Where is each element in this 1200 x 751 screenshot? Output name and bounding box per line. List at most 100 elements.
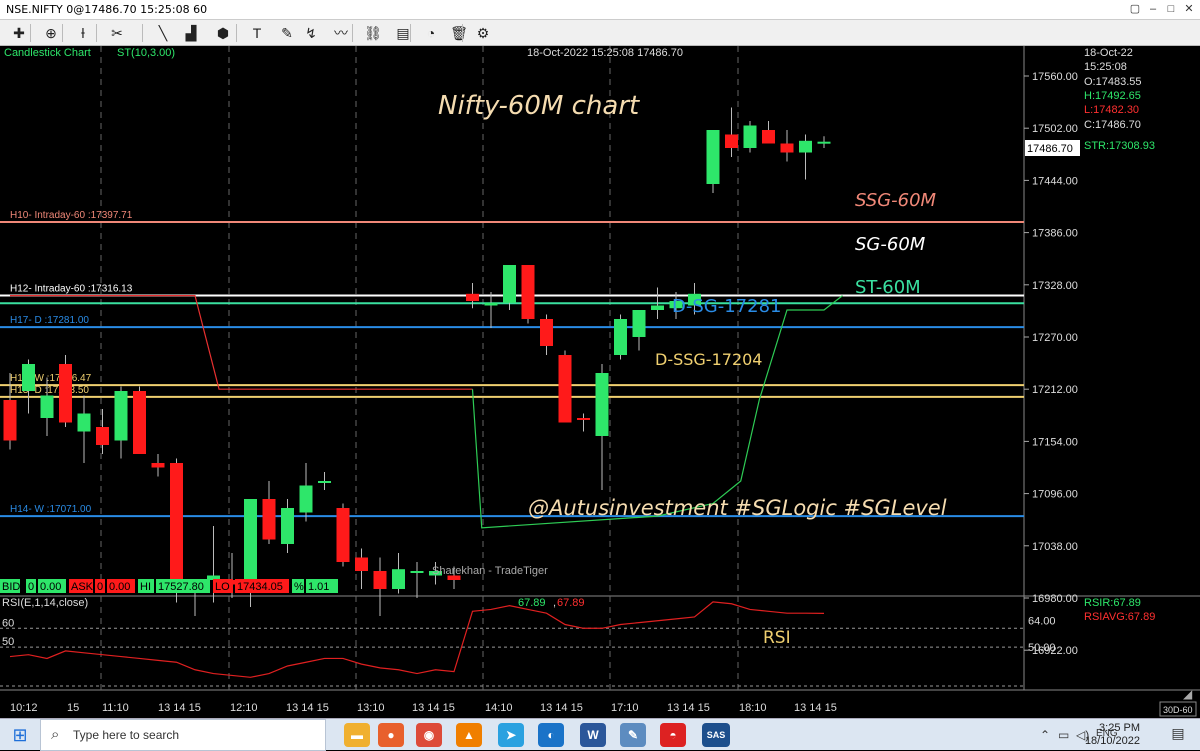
ask-qty: 0: [97, 581, 103, 593]
tray-chevron-icon[interactable]: ⌃: [1040, 728, 1050, 742]
time-axis-label: 13 14 15: [794, 702, 837, 714]
candle-body: [651, 305, 664, 310]
candle-body: [77, 413, 91, 432]
minimize-button[interactable]: –: [1146, 3, 1160, 16]
analyzer-icon[interactable]: ◔: [420, 23, 442, 43]
ohlc-high: H:17492.65: [1084, 90, 1141, 102]
vlc-icon[interactable]: ▲: [456, 723, 482, 747]
paint-icon[interactable]: ✎: [620, 723, 646, 747]
rsir-value: RSIR:67.89: [1084, 597, 1141, 609]
candle-body: [170, 463, 183, 589]
candle-body: [466, 293, 479, 301]
toolbar-separator: [462, 24, 463, 42]
cursor-icon[interactable]: ✚: [8, 23, 30, 43]
rsi-avg-value: 67.89: [557, 597, 585, 609]
time-axis-label: 15: [67, 702, 79, 714]
rsi-left-tick: 60: [2, 617, 14, 629]
edge-icon[interactable]: ◐: [538, 723, 564, 747]
pencil-icon[interactable]: ✎: [276, 23, 298, 43]
settings-icon[interactable]: ⚙: [472, 23, 494, 43]
bar-type-icon[interactable]: Ɨ: [72, 23, 94, 43]
candle-body: [336, 508, 350, 562]
price-tick-label: 17212.00: [1032, 384, 1078, 396]
time-axis-label: 13 14 15: [412, 702, 455, 714]
price-tick-label: 17154.00: [1032, 436, 1078, 448]
bid-label: BID: [2, 581, 20, 593]
price-tick-label: 17560.00: [1032, 71, 1078, 83]
price-tick-label: 17096.00: [1032, 489, 1078, 501]
time-axis-label: 12:10: [230, 702, 258, 714]
file-explorer-icon[interactable]: ▬: [344, 723, 370, 747]
hi-value: 17527.80: [158, 581, 204, 593]
network-icon[interactable]: ▭: [1058, 728, 1069, 742]
toolbar-separator: [62, 24, 63, 42]
last-price-tag: 17486.70: [1027, 143, 1073, 155]
chart-toolbar: ✚ ⊕ Ɨ ✂ ╲ ▟ ⬢ T ✎ ↯ 〰 ⛓ ▤ ◔ 🗑 ⚙: [0, 20, 1200, 46]
crosshair-icon[interactable]: ⊕: [40, 23, 62, 43]
ohlc-date: 18-Oct-22: [1084, 47, 1133, 59]
fibonacci-icon[interactable]: ↯: [300, 23, 322, 43]
candle-body: [503, 265, 516, 303]
time-axis-label: 13 14 15: [540, 702, 583, 714]
candle-body: [780, 143, 794, 153]
trading-chart[interactable]: 17560.00 17502.00 17444.00 17386.00 17328.00…: [0, 46, 1200, 718]
windows-taskbar: ⊞ ⌕ Type here to search ▬ ● ◉ ▲ ➤ ◐ W ✎ …: [0, 718, 1200, 751]
candle-body: [484, 302, 498, 306]
taskbar-clock[interactable]: 3:25 PM 18/10/2022: [1085, 722, 1140, 748]
rsiavg-value: RSIAVG:67.89: [1084, 611, 1155, 623]
time-axis-label: 18:10: [739, 702, 767, 714]
text-tool-icon[interactable]: T: [246, 23, 268, 43]
cube-icon[interactable]: ⬢: [212, 23, 234, 43]
candle-body: [799, 140, 812, 153]
candle-body: [595, 373, 609, 436]
word-icon[interactable]: W: [580, 723, 606, 747]
candle-body: [743, 125, 757, 148]
search-placeholder: Type here to search: [73, 728, 180, 742]
volume-bars-icon[interactable]: ▟: [180, 23, 202, 43]
indicator-label: ST(10,3.00): [117, 47, 175, 59]
close-button[interactable]: ✕: [1182, 3, 1196, 16]
hi-label: HI: [140, 581, 151, 593]
windows-start-icon[interactable]: ⊞: [0, 719, 40, 751]
chrome-icon[interactable]: ◉: [416, 723, 442, 747]
candle-body: [706, 130, 720, 184]
notification-icon[interactable]: ▤: [1166, 725, 1190, 745]
wave-icon[interactable]: 〰: [330, 23, 352, 43]
maximize-button[interactable]: □: [1164, 3, 1178, 16]
restore-icon[interactable]: ▢: [1128, 3, 1142, 16]
level-label: H17- D :17281.00: [10, 315, 89, 326]
candle-body: [40, 395, 54, 418]
bid-qty: 0: [28, 581, 34, 593]
candle-body: [521, 265, 535, 319]
ohlc-close: C:17486.70: [1084, 119, 1141, 131]
candle-body: [262, 499, 276, 540]
time-axis-label: 10:12: [10, 702, 38, 714]
ohlc-low: L:17482.30: [1084, 104, 1139, 116]
rsi-annotation: RSI: [763, 628, 791, 648]
tradetiger-icon[interactable]: ◓: [660, 723, 686, 747]
candle-body: [318, 481, 331, 483]
price-tick-label: 17270.00: [1032, 332, 1078, 344]
toolbar-separator: [30, 24, 31, 42]
level-label: H14- W :17071.00: [10, 504, 92, 515]
rsi-right-tick: 50.00: [1028, 642, 1056, 654]
social-handle-annotation: @Autusinvestment #SGLogic #SGLevel: [528, 496, 947, 520]
studies-icon[interactable]: ✂: [106, 23, 128, 43]
toolbar-separator: [236, 24, 237, 42]
candle-body: [632, 310, 646, 337]
sg-annotation: SG-60M: [855, 234, 926, 255]
telegram-icon[interactable]: ➤: [498, 723, 524, 747]
toolbar-separator: [410, 24, 411, 42]
link-icon[interactable]: ⛓: [362, 23, 384, 43]
rsi-left-tick: 50: [2, 636, 14, 648]
firefox-icon[interactable]: ●: [378, 723, 404, 747]
taskbar-search-box[interactable]: ⌕ Type here to search: [40, 719, 326, 751]
trendline-icon[interactable]: ╲: [152, 23, 174, 43]
st-annotation: ST-60M: [855, 277, 921, 298]
sas-icon[interactable]: SAS: [702, 723, 730, 747]
time-axis-label: 13 14 15: [667, 702, 710, 714]
candle-body: [244, 499, 257, 585]
delete-icon[interactable]: 🗑: [448, 23, 470, 43]
supertrend-value: STR:17308.93: [1084, 140, 1155, 152]
candle-body: [558, 355, 572, 423]
